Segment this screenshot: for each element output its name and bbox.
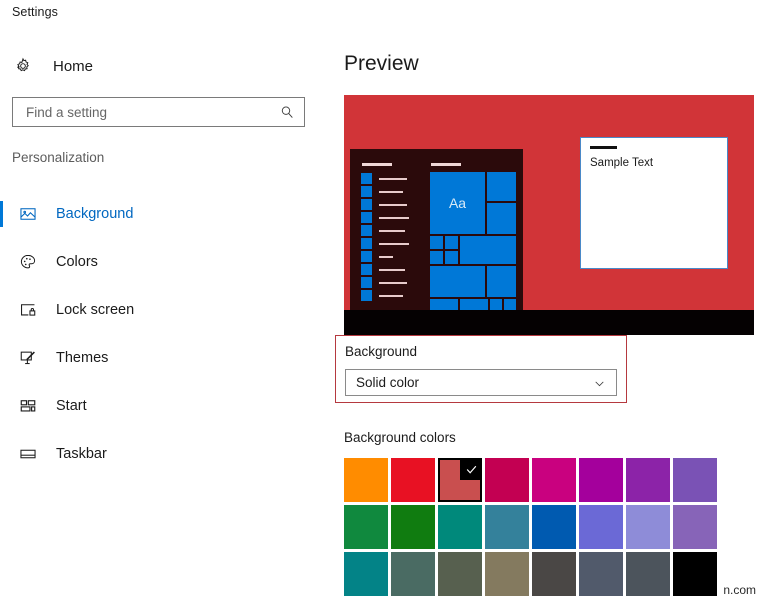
list-item bbox=[361, 224, 409, 237]
nav-item-home-label: Home bbox=[53, 57, 94, 75]
check-icon bbox=[460, 458, 482, 480]
sidebar-item-label: Colors bbox=[56, 254, 98, 270]
color-swatch[interactable] bbox=[626, 552, 670, 596]
swatch-row bbox=[344, 552, 717, 596]
search-icon[interactable] bbox=[279, 104, 295, 120]
color-swatch[interactable] bbox=[391, 458, 435, 502]
list-item bbox=[361, 198, 409, 211]
sample-window-preview: Sample Text bbox=[580, 137, 728, 269]
color-swatch[interactable] bbox=[673, 552, 717, 596]
color-swatch[interactable] bbox=[344, 505, 388, 549]
color-swatch[interactable] bbox=[438, 505, 482, 549]
background-setting-group: Background Solid color bbox=[335, 335, 627, 403]
color-swatch[interactable] bbox=[532, 552, 576, 596]
sidebar-item-themes[interactable]: Themes bbox=[0, 334, 330, 382]
gear-icon bbox=[12, 55, 34, 77]
sidebar-item-label: Start bbox=[56, 398, 87, 414]
color-swatch[interactable] bbox=[673, 458, 717, 502]
color-swatch[interactable] bbox=[438, 458, 482, 502]
sidebar-item-background[interactable]: Background bbox=[0, 190, 330, 238]
nav-item-list: Background Colors Lock screen Themes Sta… bbox=[0, 190, 330, 478]
sample-window-text: Sample Text bbox=[590, 157, 654, 169]
color-swatch[interactable] bbox=[391, 505, 435, 549]
list-item bbox=[361, 250, 409, 263]
lock-screen-icon bbox=[18, 300, 38, 320]
color-swatch[interactable] bbox=[532, 505, 576, 549]
sample-window-titlebar-accent bbox=[590, 146, 617, 149]
start-tile-aa: Aa bbox=[430, 172, 485, 234]
sidebar-item-label: Background bbox=[56, 206, 134, 222]
chevron-down-icon bbox=[593, 377, 606, 390]
start-tile bbox=[487, 172, 516, 201]
watermark: n.com bbox=[723, 583, 756, 597]
window-title: Settings bbox=[12, 5, 58, 19]
color-swatch[interactable] bbox=[579, 552, 623, 596]
color-swatch[interactable] bbox=[485, 505, 529, 549]
list-item bbox=[361, 276, 409, 289]
search-box[interactable] bbox=[12, 97, 305, 127]
list-item bbox=[361, 289, 409, 302]
start-rail-header-bar bbox=[362, 163, 392, 166]
background-label: Background bbox=[345, 344, 418, 359]
color-swatch[interactable] bbox=[485, 552, 529, 596]
palette-icon bbox=[18, 252, 38, 272]
background-type-dropdown[interactable]: Solid color bbox=[345, 369, 617, 396]
color-swatch[interactable] bbox=[391, 552, 435, 596]
color-swatch[interactable] bbox=[344, 458, 388, 502]
brush-icon bbox=[18, 348, 38, 368]
background-type-value: Solid color bbox=[356, 375, 420, 390]
swatch-row bbox=[344, 458, 717, 502]
color-swatch[interactable] bbox=[438, 552, 482, 596]
window-titlebar: Settings bbox=[0, 0, 758, 30]
color-swatch[interactable] bbox=[485, 458, 529, 502]
color-swatch[interactable] bbox=[626, 505, 670, 549]
color-swatch[interactable] bbox=[344, 552, 388, 596]
sidebar-item-colors[interactable]: Colors bbox=[0, 238, 330, 286]
start-tile bbox=[460, 236, 516, 264]
background-colors-label: Background colors bbox=[344, 430, 456, 445]
sidebar-item-label: Taskbar bbox=[56, 446, 107, 462]
sidebar-item-start[interactable]: Start bbox=[0, 382, 330, 430]
start-tile bbox=[487, 266, 516, 297]
picture-icon bbox=[18, 204, 38, 224]
sidebar-item-taskbar[interactable]: Taskbar bbox=[0, 430, 330, 478]
color-swatch[interactable] bbox=[532, 458, 576, 502]
start-tile bbox=[445, 251, 458, 264]
start-tile bbox=[487, 203, 516, 234]
start-tile bbox=[430, 236, 443, 249]
settings-navigation-pane: Home Personalization Background bbox=[0, 30, 330, 599]
list-item bbox=[361, 211, 409, 224]
taskbar-preview bbox=[344, 310, 754, 335]
nav-item-home[interactable]: Home bbox=[12, 50, 172, 82]
swatch-row bbox=[344, 505, 717, 549]
list-item bbox=[361, 263, 409, 276]
color-swatch[interactable] bbox=[579, 505, 623, 549]
start-tiles-header-bar bbox=[431, 163, 461, 166]
start-menu-preview: Aa bbox=[350, 149, 523, 311]
start-tile bbox=[430, 251, 443, 264]
background-colors-grid bbox=[344, 458, 717, 596]
sidebar-item-lock-screen[interactable]: Lock screen bbox=[0, 286, 330, 334]
start-tile bbox=[430, 266, 485, 297]
selection-indicator bbox=[0, 201, 3, 227]
sidebar-item-label: Themes bbox=[56, 350, 109, 366]
search-input[interactable] bbox=[24, 98, 273, 126]
nav-section-label: Personalization bbox=[12, 150, 105, 165]
color-swatch[interactable] bbox=[579, 458, 623, 502]
start-tiles-icon bbox=[18, 396, 38, 416]
sidebar-item-label: Lock screen bbox=[56, 302, 135, 318]
desktop-preview: Aa Sample Text bbox=[344, 95, 754, 335]
list-item bbox=[361, 185, 409, 198]
start-tile bbox=[445, 236, 458, 249]
taskbar-icon bbox=[18, 444, 38, 464]
list-item bbox=[361, 172, 409, 185]
color-swatch[interactable] bbox=[626, 458, 670, 502]
settings-content-pane: Preview Aa Sample Text Background Solid … bbox=[330, 30, 758, 599]
color-swatch[interactable] bbox=[673, 505, 717, 549]
list-item bbox=[361, 237, 409, 250]
page-title: Preview bbox=[344, 52, 419, 75]
start-app-list bbox=[361, 172, 409, 302]
